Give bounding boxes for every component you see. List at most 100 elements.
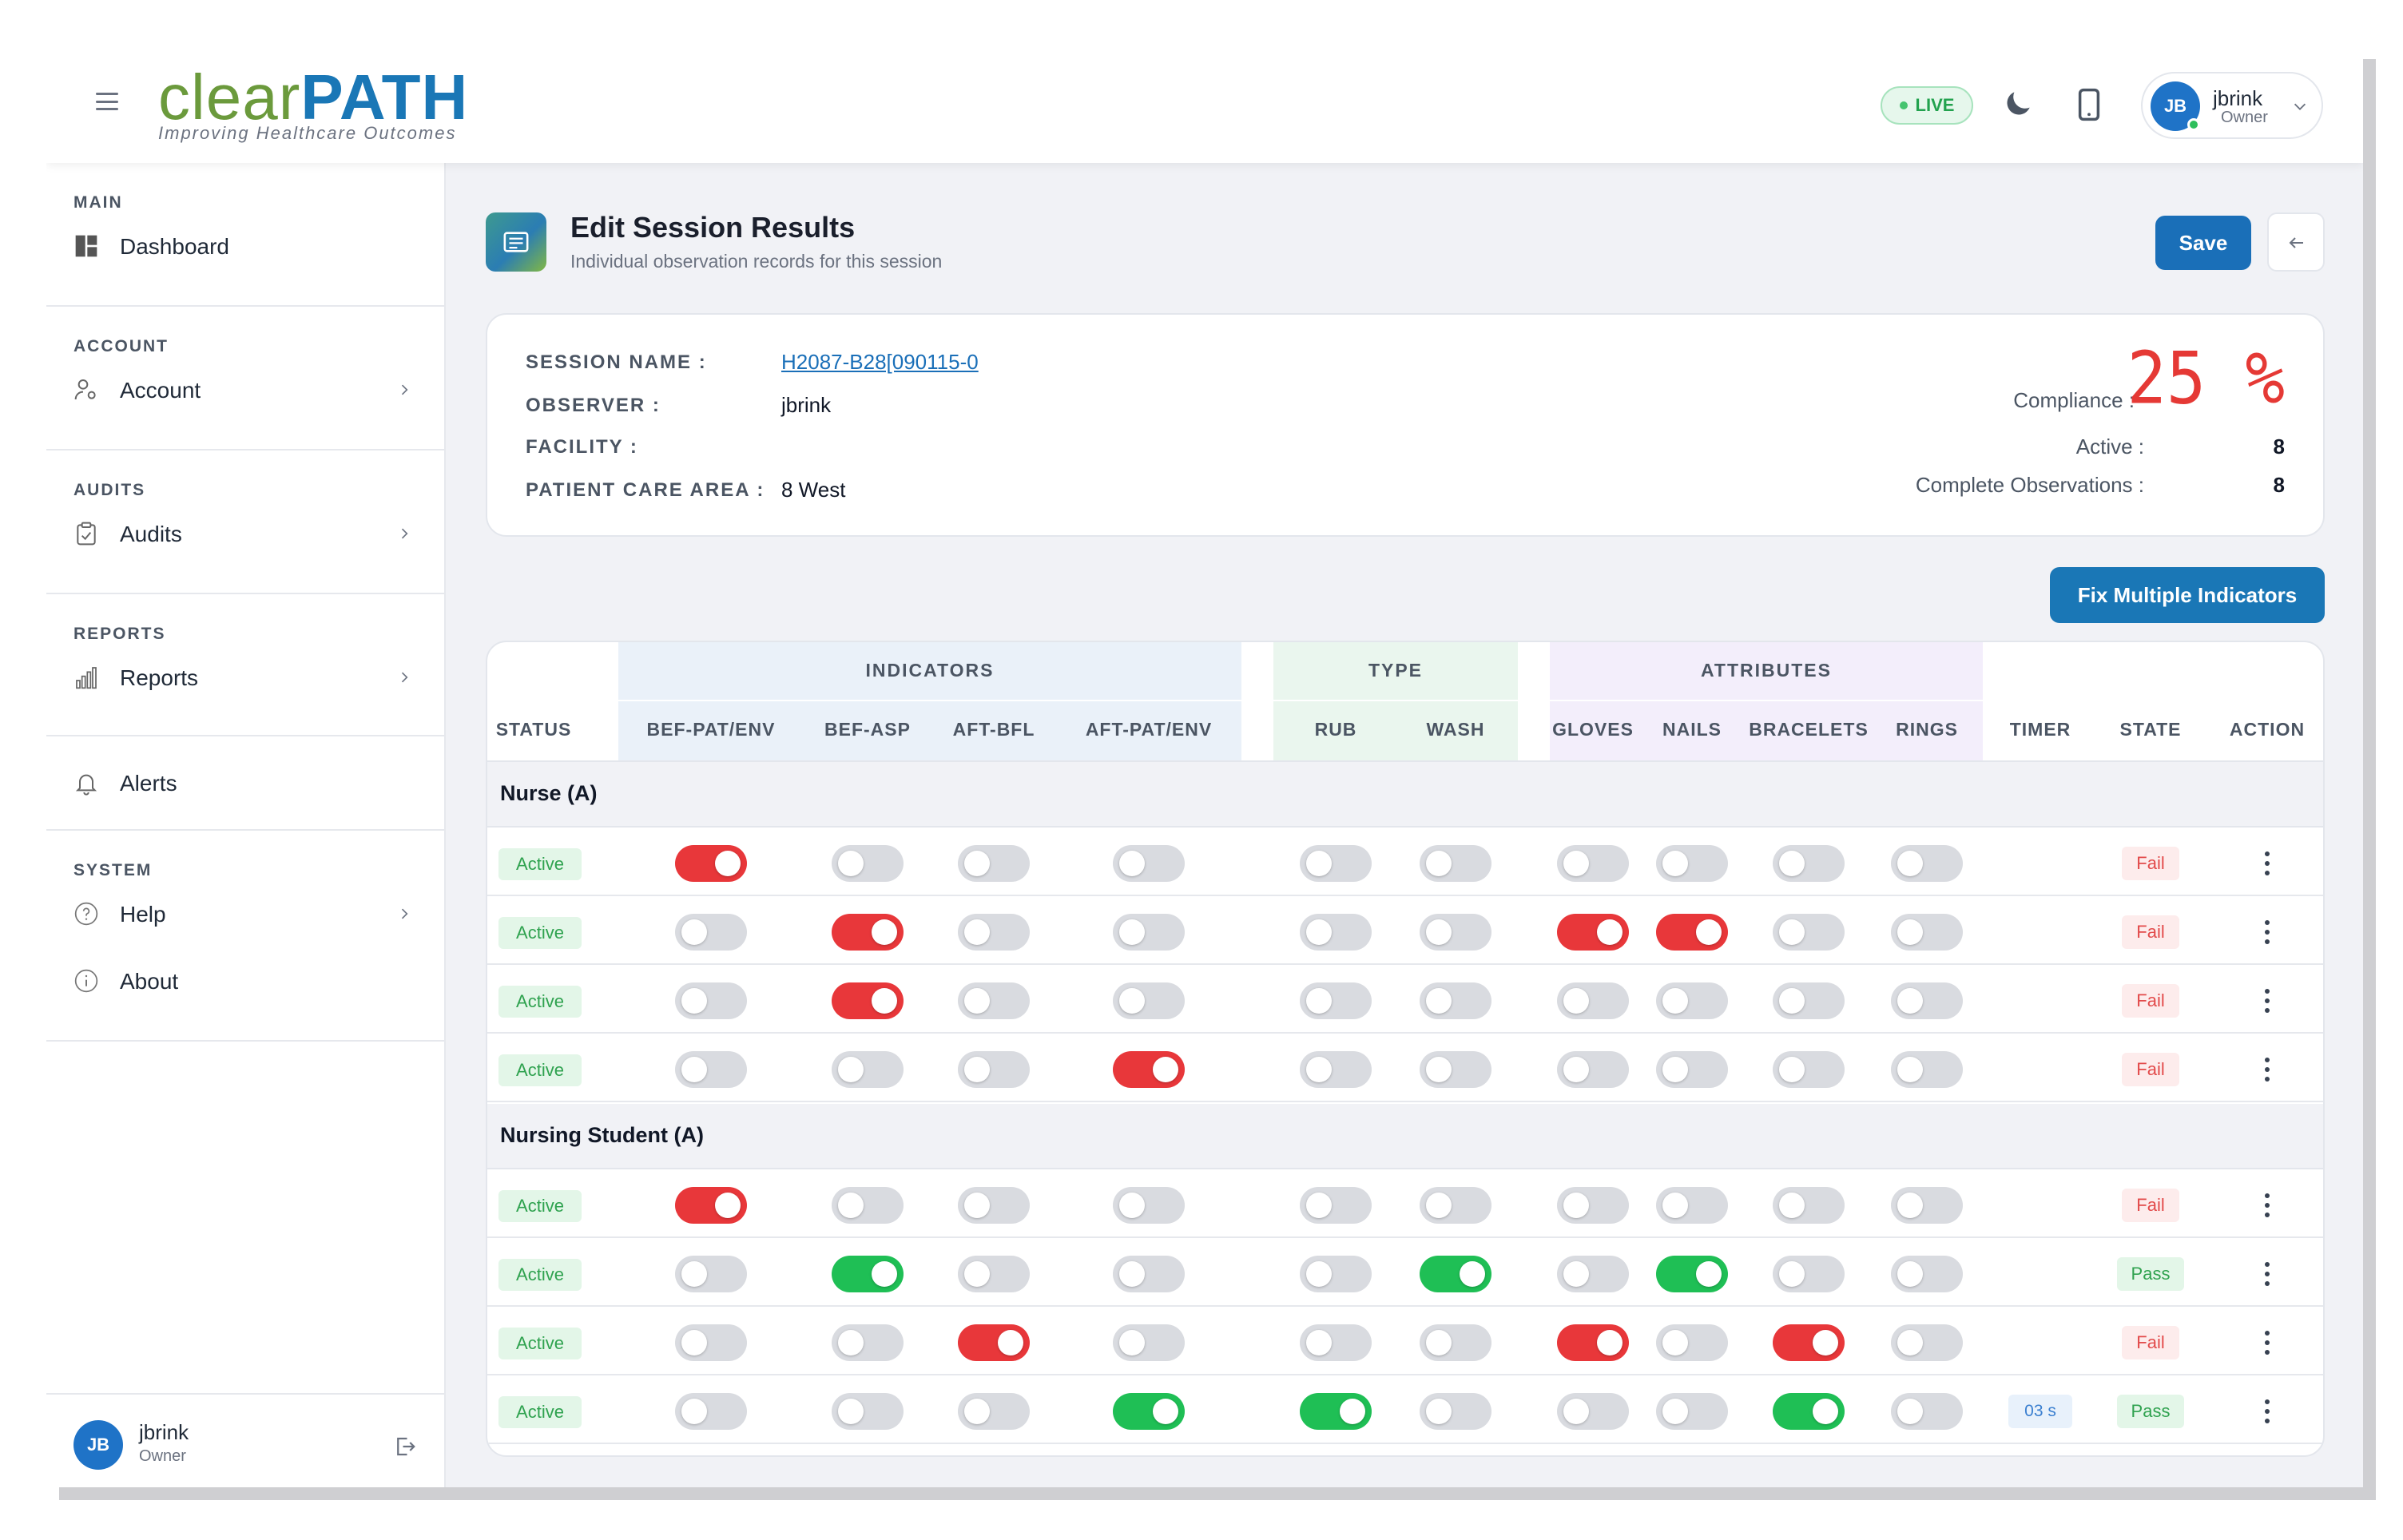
toggle-bracelets[interactable] <box>1773 914 1845 951</box>
sidebar-item-account[interactable]: Account <box>46 366 446 414</box>
toggle-bef-pat-env[interactable] <box>675 1256 747 1292</box>
toggle-aft-pat-env[interactable] <box>1113 982 1185 1019</box>
phone-icon[interactable] <box>2077 88 2101 121</box>
toggle-gloves[interactable] <box>1557 1324 1629 1361</box>
toggle-bef-pat-env[interactable] <box>675 914 747 951</box>
toggle-rings[interactable] <box>1891 1393 1963 1430</box>
sidebar-item-dashboard[interactable]: Dashboard <box>46 222 446 270</box>
toggle-wash[interactable] <box>1420 1324 1491 1361</box>
toggle-rings[interactable] <box>1891 1324 1963 1361</box>
save-button[interactable]: Save <box>2155 216 2251 270</box>
sidebar-item-alerts[interactable]: Alerts <box>46 759 446 807</box>
clearpath-logo[interactable]: clearPATH Improving Healthcare Outcomes <box>158 65 526 144</box>
toggle-rings[interactable] <box>1891 1187 1963 1224</box>
toggle-bef-asp[interactable] <box>832 1187 904 1224</box>
toggle-bef-asp[interactable] <box>832 1324 904 1361</box>
toggle-gloves[interactable] <box>1557 1187 1629 1224</box>
toggle-rings[interactable] <box>1891 845 1963 882</box>
toggle-aft-bfl[interactable] <box>958 1324 1030 1361</box>
toggle-rings[interactable] <box>1891 982 1963 1019</box>
toggle-aft-bfl[interactable] <box>958 914 1030 951</box>
toggle-bef-pat-env[interactable] <box>675 1051 747 1088</box>
more-actions-icon[interactable] <box>2251 1324 2283 1361</box>
sidebar-item-about[interactable]: About <box>46 957 446 1005</box>
toggle-aft-bfl[interactable] <box>958 1187 1030 1224</box>
toggle-aft-pat-env[interactable] <box>1113 1187 1185 1224</box>
toggle-bef-asp[interactable] <box>832 982 904 1019</box>
sidebar-item-reports[interactable]: Reports <box>46 653 446 701</box>
toggle-rub[interactable] <box>1300 1187 1372 1224</box>
toggle-rub[interactable] <box>1300 845 1372 882</box>
toggle-nails[interactable] <box>1656 1393 1728 1430</box>
session-name-link[interactable]: H2087-B28[090115-0 <box>781 350 979 375</box>
toggle-rub[interactable] <box>1300 1324 1372 1361</box>
back-button[interactable] <box>2267 212 2325 272</box>
toggle-bef-asp[interactable] <box>832 1051 904 1088</box>
toggle-gloves[interactable] <box>1557 1051 1629 1088</box>
fix-multiple-indicators-button[interactable]: Fix Multiple Indicators <box>2050 567 2325 623</box>
toggle-rub[interactable] <box>1300 914 1372 951</box>
toggle-bef-asp[interactable] <box>832 914 904 951</box>
toggle-rings[interactable] <box>1891 1256 1963 1292</box>
toggle-nails[interactable] <box>1656 1051 1728 1088</box>
toggle-bracelets[interactable] <box>1773 982 1845 1019</box>
toggle-rings[interactable] <box>1891 914 1963 951</box>
toggle-aft-pat-env[interactable] <box>1113 845 1185 882</box>
more-actions-icon[interactable] <box>2251 1393 2283 1430</box>
toggle-rub[interactable] <box>1300 1393 1372 1430</box>
toggle-aft-pat-env[interactable] <box>1113 1324 1185 1361</box>
toggle-aft-bfl[interactable] <box>958 1393 1030 1430</box>
toggle-wash[interactable] <box>1420 982 1491 1019</box>
toggle-nails[interactable] <box>1656 914 1728 951</box>
toggle-wash[interactable] <box>1420 845 1491 882</box>
hamburger-icon[interactable] <box>96 93 118 110</box>
more-actions-icon[interactable] <box>2251 1187 2283 1224</box>
toggle-wash[interactable] <box>1420 1393 1491 1430</box>
toggle-aft-bfl[interactable] <box>958 982 1030 1019</box>
toggle-rub[interactable] <box>1300 1051 1372 1088</box>
moon-icon[interactable] <box>2000 86 2036 121</box>
toggle-bracelets[interactable] <box>1773 1324 1845 1361</box>
toggle-bef-pat-env[interactable] <box>675 1187 747 1224</box>
toggle-nails[interactable] <box>1656 845 1728 882</box>
toggle-wash[interactable] <box>1420 1051 1491 1088</box>
toggle-rub[interactable] <box>1300 1256 1372 1292</box>
more-actions-icon[interactable] <box>2251 845 2283 882</box>
more-actions-icon[interactable] <box>2251 914 2283 951</box>
logout-icon[interactable] <box>393 1435 417 1459</box>
toggle-bef-asp[interactable] <box>832 845 904 882</box>
toggle-rub[interactable] <box>1300 982 1372 1019</box>
sidebar-item-audits[interactable]: Audits <box>46 510 446 558</box>
toggle-bef-asp[interactable] <box>832 1393 904 1430</box>
toggle-bef-asp[interactable] <box>832 1256 904 1292</box>
toggle-aft-pat-env[interactable] <box>1113 1256 1185 1292</box>
toggle-nails[interactable] <box>1656 1256 1728 1292</box>
toggle-bef-pat-env[interactable] <box>675 845 747 882</box>
sidebar-item-help[interactable]: Help <box>46 890 446 938</box>
toggle-gloves[interactable] <box>1557 1393 1629 1430</box>
more-actions-icon[interactable] <box>2251 1256 2283 1292</box>
toggle-nails[interactable] <box>1656 982 1728 1019</box>
toggle-bracelets[interactable] <box>1773 1051 1845 1088</box>
toggle-aft-bfl[interactable] <box>958 845 1030 882</box>
toggle-aft-pat-env[interactable] <box>1113 1393 1185 1430</box>
toggle-bef-pat-env[interactable] <box>675 1393 747 1430</box>
toggle-wash[interactable] <box>1420 914 1491 951</box>
toggle-aft-pat-env[interactable] <box>1113 914 1185 951</box>
toggle-gloves[interactable] <box>1557 1256 1629 1292</box>
toggle-bracelets[interactable] <box>1773 1256 1845 1292</box>
toggle-wash[interactable] <box>1420 1256 1491 1292</box>
toggle-aft-bfl[interactable] <box>958 1256 1030 1292</box>
toggle-bracelets[interactable] <box>1773 1393 1845 1430</box>
toggle-nails[interactable] <box>1656 1324 1728 1361</box>
toggle-wash[interactable] <box>1420 1187 1491 1224</box>
toggle-aft-pat-env[interactable] <box>1113 1051 1185 1088</box>
toggle-rings[interactable] <box>1891 1051 1963 1088</box>
more-actions-icon[interactable] <box>2251 1051 2283 1088</box>
toggle-gloves[interactable] <box>1557 845 1629 882</box>
toggle-bracelets[interactable] <box>1773 1187 1845 1224</box>
toggle-gloves[interactable] <box>1557 982 1629 1019</box>
toggle-bef-pat-env[interactable] <box>675 1324 747 1361</box>
toggle-nails[interactable] <box>1656 1187 1728 1224</box>
toggle-bef-pat-env[interactable] <box>675 982 747 1019</box>
